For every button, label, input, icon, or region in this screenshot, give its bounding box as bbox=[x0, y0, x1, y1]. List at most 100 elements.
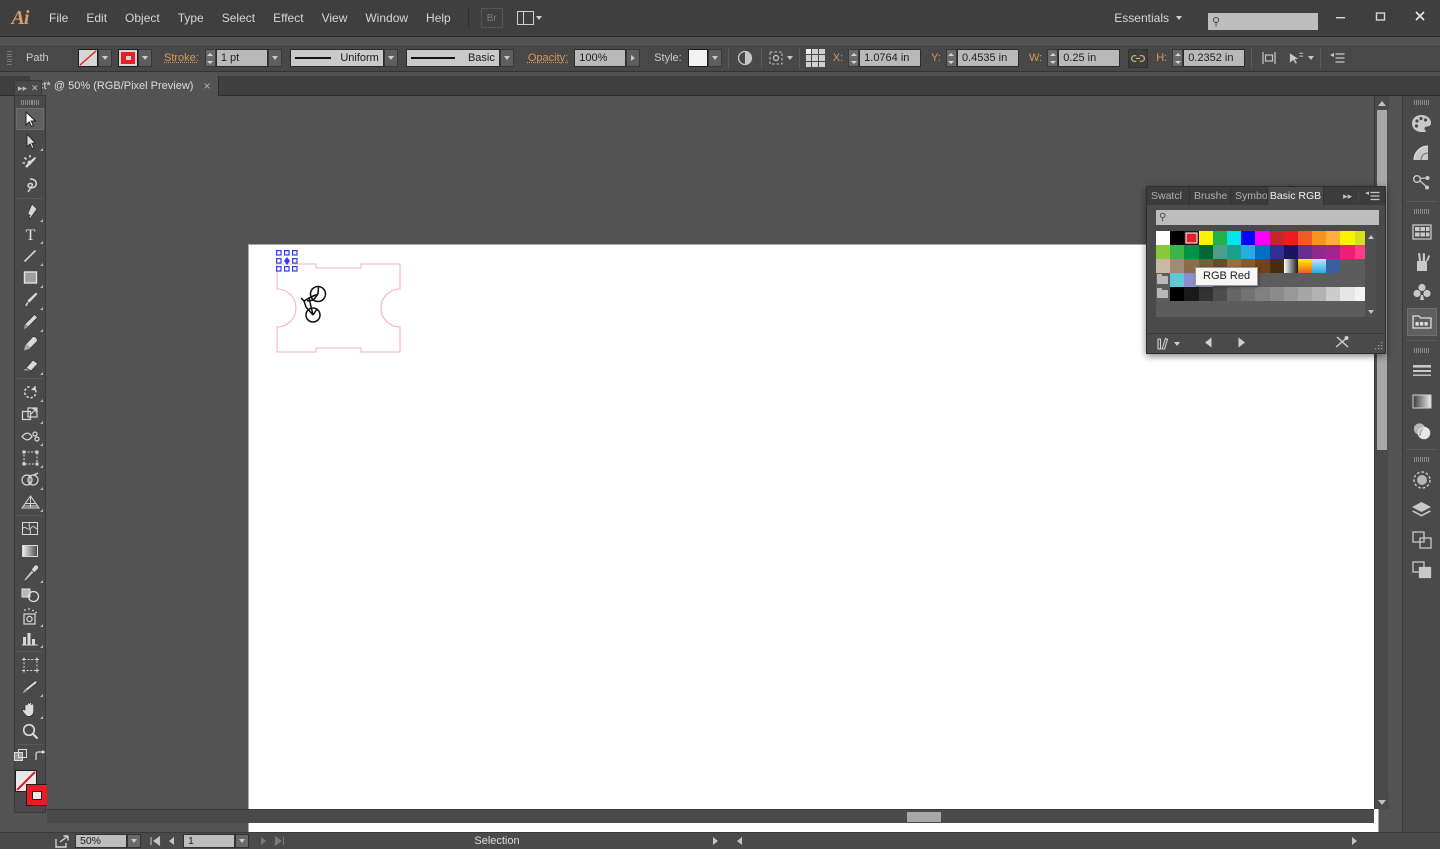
reference-point-selector[interactable] bbox=[806, 49, 825, 68]
swatch-group-folder[interactable] bbox=[1156, 273, 1170, 287]
w-stepper[interactable] bbox=[1047, 49, 1058, 67]
swatch-cell[interactable] bbox=[1170, 273, 1184, 287]
menu-select[interactable]: Select bbox=[213, 7, 264, 29]
swatch-cell[interactable] bbox=[1199, 287, 1213, 301]
column-graph-tool[interactable] bbox=[16, 628, 44, 650]
swatch-cell[interactable] bbox=[1312, 245, 1326, 259]
opacity-field[interactable]: 100% bbox=[574, 49, 626, 67]
close-button[interactable] bbox=[1400, 0, 1440, 32]
swatch-cell[interactable] bbox=[1270, 259, 1284, 273]
delete-swatch-icon[interactable] bbox=[1335, 335, 1351, 352]
blob-brush-tool[interactable] bbox=[16, 333, 44, 355]
swatch-cell[interactable] bbox=[1156, 245, 1170, 259]
select-similar-button[interactable] bbox=[1288, 51, 1314, 65]
hand-tool[interactable] bbox=[16, 698, 44, 720]
swatch-cell[interactable] bbox=[1284, 231, 1298, 245]
swatch-cell[interactable] bbox=[1255, 287, 1269, 301]
pathfinder-panel-icon[interactable] bbox=[1407, 556, 1437, 584]
selection-anchor-widget[interactable] bbox=[276, 250, 298, 272]
selection-tool[interactable] bbox=[16, 108, 44, 130]
symbol-sprayer-tool[interactable] bbox=[16, 606, 44, 628]
menu-edit[interactable]: Edit bbox=[77, 7, 116, 29]
line-segment-tool[interactable] bbox=[16, 245, 44, 267]
swatch-cell[interactable] bbox=[1312, 287, 1326, 301]
swatch-cell[interactable] bbox=[1298, 231, 1312, 245]
type-tool[interactable]: T bbox=[16, 223, 44, 245]
arrange-documents-button[interactable] bbox=[517, 11, 542, 25]
stroke-weight-stepper[interactable] bbox=[205, 49, 216, 67]
brush-definition-select[interactable]: Basic bbox=[406, 49, 500, 67]
swatch-cell[interactable] bbox=[1326, 287, 1340, 301]
x-label[interactable]: X: bbox=[833, 52, 843, 64]
free-transform-tool[interactable] bbox=[16, 447, 44, 469]
h-label[interactable]: H: bbox=[1156, 52, 1167, 64]
close-icon[interactable]: × bbox=[203, 79, 210, 93]
stroke-weight-dropdown[interactable] bbox=[268, 49, 282, 67]
stroke-profile-select[interactable]: Uniform bbox=[290, 49, 384, 67]
swatch-cell[interactable] bbox=[1227, 231, 1241, 245]
basic-rgb-library-icon[interactable] bbox=[1407, 308, 1437, 336]
swatch-cell[interactable] bbox=[1184, 287, 1198, 301]
artboard-number-field[interactable]: 1 bbox=[183, 834, 235, 848]
basic-rgb-swatches-panel[interactable]: Swatcl Brushe Symbo Basic RGB ▸▸ | ⚲ RGB… bbox=[1146, 186, 1386, 354]
artboard-dropdown[interactable] bbox=[235, 834, 249, 848]
stroke-profile-dropdown[interactable] bbox=[384, 49, 398, 67]
menu-view[interactable]: View bbox=[313, 7, 357, 29]
stroke-label[interactable]: Stroke: bbox=[158, 52, 205, 64]
swatch-cell-rgb-red[interactable] bbox=[1184, 231, 1198, 245]
symbols-panel-icon[interactable] bbox=[1407, 278, 1437, 306]
dock-grip[interactable] bbox=[1413, 346, 1431, 354]
previous-artboard-button[interactable] bbox=[163, 834, 179, 848]
swatch-cell[interactable] bbox=[1241, 245, 1255, 259]
fill-swatch-dropdown[interactable] bbox=[98, 49, 112, 67]
bicycle-artwork[interactable] bbox=[296, 284, 332, 324]
swap-fill-stroke-icon[interactable] bbox=[34, 750, 47, 766]
swatch-cell[interactable] bbox=[1227, 287, 1241, 301]
swatch-cell[interactable] bbox=[1340, 245, 1354, 259]
zoom-tool[interactable] bbox=[16, 720, 44, 742]
swatch-cell[interactable] bbox=[1255, 231, 1269, 245]
tab-basic-rgb[interactable]: Basic RGB bbox=[1268, 187, 1324, 205]
swatch-cell[interactable] bbox=[1298, 287, 1312, 301]
swatch-cell[interactable] bbox=[1213, 287, 1227, 301]
link-wh-button[interactable] bbox=[1128, 49, 1148, 68]
swatch-cell[interactable] bbox=[1284, 245, 1298, 259]
swatch-cell-pattern[interactable] bbox=[1326, 259, 1340, 273]
menu-window[interactable]: Window bbox=[356, 7, 417, 29]
paintbrush-tool[interactable] bbox=[16, 289, 44, 311]
previous-arrow-icon[interactable] bbox=[1202, 336, 1215, 352]
swatch-cell[interactable] bbox=[1156, 231, 1170, 245]
stroke-swatch-dropdown[interactable] bbox=[138, 49, 152, 67]
swatch-cell[interactable] bbox=[1227, 245, 1241, 259]
brushes-panel-icon[interactable] bbox=[1407, 248, 1437, 276]
transparency-panel-icon[interactable] bbox=[1407, 417, 1437, 445]
swatch-cell[interactable] bbox=[1340, 287, 1354, 301]
swatch-cell[interactable] bbox=[1241, 287, 1255, 301]
y-field[interactable]: 0.4535 in bbox=[957, 49, 1019, 67]
swatch-group-folder[interactable] bbox=[1156, 287, 1170, 301]
h-field[interactable]: 0.2352 in bbox=[1183, 49, 1245, 67]
panel-menu-icon[interactable] bbox=[1327, 52, 1347, 65]
y-stepper[interactable] bbox=[946, 49, 957, 67]
swatch-cell[interactable] bbox=[1199, 231, 1213, 245]
pencil-tool[interactable] bbox=[16, 311, 44, 333]
x-stepper[interactable] bbox=[848, 49, 859, 67]
rotate-tool[interactable] bbox=[16, 381, 44, 403]
export-selection-icon[interactable] bbox=[52, 835, 72, 848]
opacity-mask-icon[interactable] bbox=[735, 50, 755, 66]
zoom-level-field[interactable]: 50% bbox=[75, 834, 127, 848]
maximize-button[interactable] bbox=[1360, 0, 1400, 32]
swatch-cell[interactable] bbox=[1199, 245, 1213, 259]
stroke-swatch-tool[interactable] bbox=[26, 784, 48, 806]
menu-file[interactable]: File bbox=[40, 7, 77, 29]
close-icon[interactable]: ✕ bbox=[31, 83, 39, 94]
swatch-cell[interactable] bbox=[1184, 245, 1198, 259]
menu-help[interactable]: Help bbox=[417, 7, 460, 29]
workspace-switcher[interactable]: Essentials bbox=[1114, 11, 1182, 25]
swatch-cell[interactable] bbox=[1284, 287, 1298, 301]
swatch-cell[interactable] bbox=[1326, 245, 1340, 259]
double-chevron-right-icon[interactable]: ▸▸ bbox=[1343, 191, 1352, 202]
control-bar-grip[interactable] bbox=[5, 47, 15, 69]
menu-type[interactable]: Type bbox=[169, 7, 213, 29]
swatch-cell[interactable] bbox=[1170, 259, 1184, 273]
